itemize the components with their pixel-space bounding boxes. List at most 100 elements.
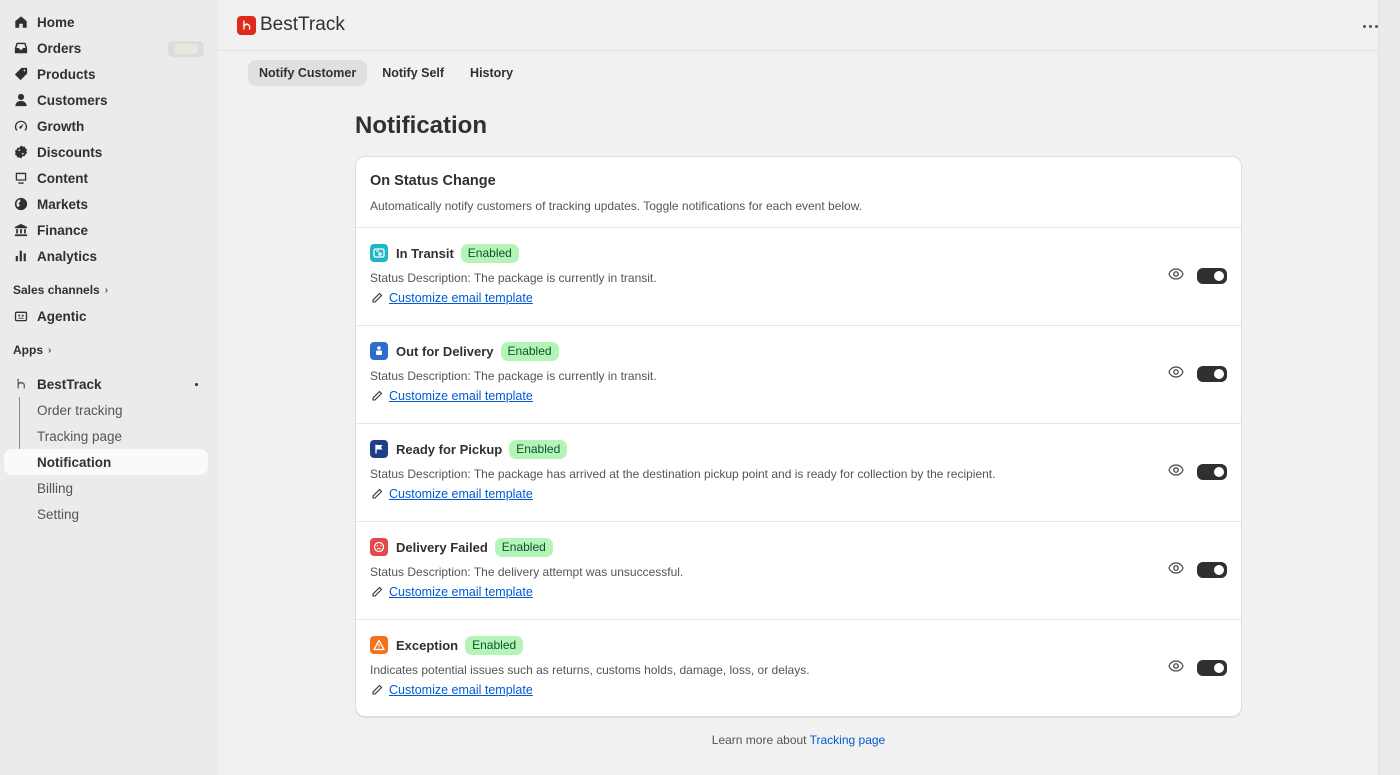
sidebar-subitem-order-tracking[interactable]: Order tracking bbox=[0, 397, 218, 423]
sidebar-item-growth[interactable]: Growth bbox=[0, 113, 218, 139]
sidebar-item-orders[interactable]: Orders bbox=[0, 35, 218, 61]
ellipsis-dot bbox=[1374, 24, 1378, 28]
sidebar-item-label: Markets bbox=[37, 196, 89, 212]
customize-template-link-row: Customize email template bbox=[370, 291, 1227, 305]
sidebar-item-label: Analytics bbox=[37, 248, 98, 264]
customize-email-template-link[interactable]: Customize email template bbox=[389, 683, 533, 697]
status-description: Status Description: The package has arri… bbox=[370, 467, 996, 481]
notification-toggle[interactable] bbox=[1197, 562, 1227, 578]
notification-toggle[interactable] bbox=[1197, 660, 1227, 676]
sidebar-item-label: Growth bbox=[37, 118, 85, 134]
customize-email-template-link[interactable]: Customize email template bbox=[389, 585, 533, 599]
row-title: In Transit Enabled bbox=[370, 243, 1227, 263]
tab-notify-customer[interactable]: Notify Customer bbox=[248, 60, 368, 86]
tab-history[interactable]: History bbox=[459, 60, 524, 86]
sidebar-item-home[interactable]: Home bbox=[0, 9, 218, 35]
card-subtitle: Automatically notify customers of tracki… bbox=[370, 199, 863, 213]
more-options-button[interactable] bbox=[1355, 17, 1385, 35]
besttrack-logo-icon bbox=[237, 15, 256, 35]
sidebar-item-besttrack[interactable]: BestTrack bbox=[0, 371, 218, 397]
notification-toggle[interactable] bbox=[1197, 464, 1227, 480]
sidebar-item-label: Orders bbox=[37, 40, 82, 56]
card-title: On Status Change bbox=[370, 173, 496, 189]
status-badge: Enabled bbox=[465, 635, 524, 655]
sidebar-item-discounts[interactable]: Discounts bbox=[0, 139, 218, 165]
status-row-delivery-failed: Delivery Failed Enabled Status Descripti… bbox=[356, 522, 1241, 620]
status-description: Status Description: The package is curre… bbox=[370, 271, 657, 285]
sidebar-item-customers[interactable]: Customers bbox=[0, 87, 218, 113]
notification-toggle[interactable] bbox=[1197, 366, 1227, 382]
sidebar-subitem-notification[interactable]: Notification bbox=[4, 449, 208, 475]
status-badge: Enabled bbox=[509, 439, 568, 459]
sidebar-item-label: Discounts bbox=[37, 144, 103, 160]
card-header: On Status Change Automatically notify cu… bbox=[356, 157, 1241, 228]
sidebar-item-label: Customers bbox=[37, 92, 108, 108]
sidebar-item-label: BestTrack bbox=[37, 376, 102, 392]
pencil-icon bbox=[372, 684, 383, 695]
eye-icon[interactable] bbox=[1168, 562, 1184, 574]
app-header: BestTrack bbox=[218, 0, 1378, 51]
customize-email-template-link[interactable]: Customize email template bbox=[389, 487, 533, 501]
eye-icon[interactable] bbox=[1168, 660, 1184, 672]
section-label: Sales channels bbox=[13, 283, 100, 297]
customize-template-link-row: Customize email template bbox=[370, 389, 1227, 403]
footer-text: Learn more about bbox=[711, 733, 810, 747]
status-row-in-transit: In Transit Enabled Status Description: T… bbox=[356, 228, 1241, 326]
status-name: Exception bbox=[396, 637, 459, 653]
chevron-right-icon: › bbox=[104, 284, 109, 296]
sidebar-item-agentic[interactable]: Agentic bbox=[0, 303, 218, 329]
customize-email-template-link[interactable]: Customize email template bbox=[389, 291, 533, 305]
tab-notify-self[interactable]: Notify Self bbox=[371, 60, 455, 86]
pencil-icon bbox=[372, 390, 383, 401]
orders-icon bbox=[14, 41, 28, 55]
row-title: Exception Enabled bbox=[370, 635, 1227, 655]
sidebar-subitem-label: Notification bbox=[37, 454, 112, 470]
besttrack-app-icon bbox=[14, 377, 28, 391]
pencil-icon bbox=[372, 488, 383, 499]
sidebar-subitem-tracking-page[interactable]: Tracking page bbox=[0, 423, 218, 449]
sad-face-icon bbox=[370, 538, 388, 556]
tab-bar: Notify Customer Notify Self History bbox=[248, 60, 524, 86]
status-row-ready-for-pickup: Ready for Pickup Enabled Status Descript… bbox=[356, 424, 1241, 522]
tracking-page-link[interactable]: Tracking page bbox=[810, 733, 886, 747]
sales-channels-section[interactable]: Sales channels › bbox=[0, 277, 218, 303]
status-name: In Transit bbox=[396, 245, 454, 261]
section-label: Apps bbox=[13, 343, 43, 357]
row-title: Delivery Failed Enabled bbox=[370, 537, 1227, 557]
status-name: Out for Delivery bbox=[396, 343, 494, 359]
ellipsis-dot bbox=[1368, 24, 1372, 28]
customize-email-template-link[interactable]: Customize email template bbox=[389, 389, 533, 403]
row-title: Out for Delivery Enabled bbox=[370, 341, 1227, 361]
person-icon bbox=[14, 93, 28, 107]
status-badge: Enabled bbox=[460, 243, 519, 263]
apps-section[interactable]: Apps › bbox=[0, 337, 218, 363]
customize-template-link-row: Customize email template bbox=[370, 683, 1227, 697]
sidebar-item-label: Home bbox=[37, 14, 75, 30]
sidebar-item-products[interactable]: Products bbox=[0, 61, 218, 87]
notification-toggle[interactable] bbox=[1197, 268, 1227, 284]
eye-icon[interactable] bbox=[1168, 268, 1184, 280]
app-title: BestTrack bbox=[260, 14, 345, 35]
sidebar-subitem-billing[interactable]: Billing bbox=[0, 475, 218, 501]
more-dot-icon[interactable] bbox=[195, 383, 198, 386]
sidebar-item-finance[interactable]: Finance bbox=[0, 217, 218, 243]
sidebar-subitem-setting[interactable]: Setting bbox=[0, 501, 218, 527]
globe-icon bbox=[14, 197, 28, 211]
eye-icon[interactable] bbox=[1168, 366, 1184, 378]
status-row-exception: Exception Enabled Indicates potential is… bbox=[356, 620, 1241, 716]
bank-icon bbox=[14, 223, 28, 237]
status-badge: Enabled bbox=[500, 341, 559, 361]
main-content: BestTrack Notify Customer Notify Self Hi… bbox=[218, 0, 1379, 775]
sidebar-item-content[interactable]: Content bbox=[0, 165, 218, 191]
discount-icon bbox=[14, 145, 28, 159]
delivery-person-icon bbox=[370, 342, 388, 360]
sidebar: Home Orders Products Customers Growth Di… bbox=[0, 0, 218, 775]
tag-icon bbox=[14, 67, 28, 81]
sidebar-item-label: Products bbox=[37, 66, 96, 82]
status-description: Status Description: The package is curre… bbox=[370, 369, 657, 383]
sidebar-item-markets[interactable]: Markets bbox=[0, 191, 218, 217]
pencil-icon bbox=[372, 292, 383, 303]
row-title: Ready for Pickup Enabled bbox=[370, 439, 1227, 459]
eye-icon[interactable] bbox=[1168, 464, 1184, 476]
sidebar-item-analytics[interactable]: Analytics bbox=[0, 243, 218, 269]
